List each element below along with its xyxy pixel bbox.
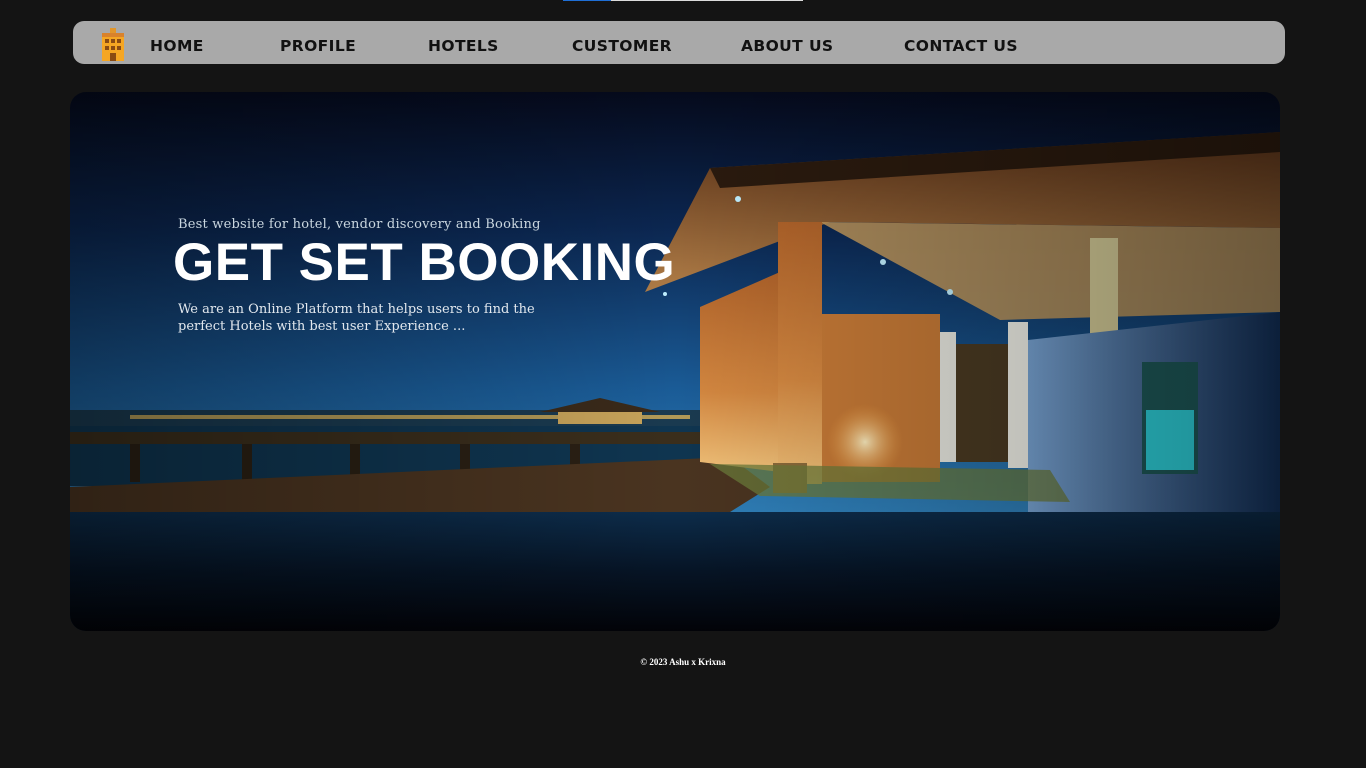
page-load-progress	[563, 0, 803, 1]
nav-home-link[interactable]: HOME	[150, 21, 204, 64]
nav-contact-us-link[interactable]: CONTACT US	[904, 21, 1018, 64]
page-load-progress-fill	[563, 0, 611, 1]
hero-title: GET SET BOOKING	[173, 233, 676, 292]
top-navbar: HOME PROFILE HOTELS CUSTOMER ABOUT US CO…	[73, 21, 1285, 64]
footer-copyright: © 2023 Ashu x Krixna	[640, 657, 726, 667]
nav-about-us-link[interactable]: ABOUT US	[741, 21, 834, 64]
hero-tagline: Best website for hotel, vendor discovery…	[178, 217, 541, 232]
hero-banner: Best website for hotel, vendor discovery…	[70, 92, 1280, 631]
hero-description: We are an Online Platform that helps use…	[178, 302, 535, 334]
nav-hotels-link[interactable]: HOTELS	[428, 21, 499, 64]
nav-customer-link[interactable]: CUSTOMER	[572, 21, 672, 64]
nav-profile-link[interactable]: PROFILE	[280, 21, 356, 64]
night-resort-pavilion-photo	[70, 92, 1280, 631]
hotel-building-icon[interactable]	[96, 27, 130, 61]
